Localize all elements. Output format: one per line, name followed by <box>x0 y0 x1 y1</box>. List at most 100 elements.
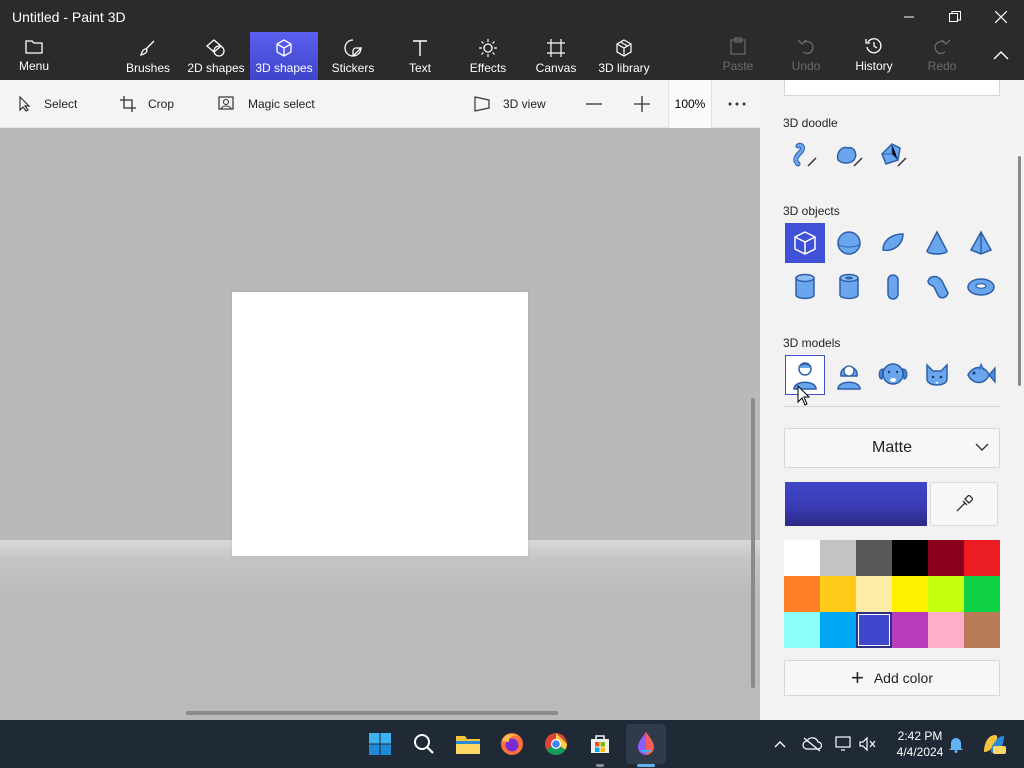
workspace[interactable] <box>0 128 760 720</box>
horizontal-scrollbar[interactable] <box>186 711 558 715</box>
magic-select-tool[interactable]: Magic select <box>218 80 315 128</box>
sharp-edge-doodle-icon[interactable] <box>785 135 825 175</box>
restore-button[interactable] <box>932 4 978 30</box>
redo-button[interactable]: Redo <box>916 30 968 78</box>
tab-2d-shapes[interactable]: 2D shapes <box>182 32 250 80</box>
search-icon[interactable] <box>408 728 440 760</box>
collapse-ribbon-button[interactable] <box>978 42 1024 68</box>
section-title-3d-models: 3D models <box>783 336 841 350</box>
title-bar: Untitled - Paint 3D Menu Brushes 2D shap… <box>0 0 1024 80</box>
undo-icon <box>797 39 814 55</box>
section-title-3d-objects: 3D objects <box>783 204 840 218</box>
canvas-icon <box>547 39 565 57</box>
tab-brushes[interactable]: Brushes <box>120 32 176 80</box>
minimize-button[interactable] <box>886 4 932 30</box>
eyedropper-icon <box>956 495 973 512</box>
color-swatch[interactable] <box>892 540 928 576</box>
active-indicator <box>637 764 655 767</box>
curved-cylinder-icon[interactable] <box>917 267 957 307</box>
paint-3d-icon[interactable] <box>626 724 666 764</box>
undo-button[interactable]: Undo <box>780 30 832 78</box>
zoom-in-button[interactable] <box>634 80 662 128</box>
3d-view-icon <box>474 96 490 112</box>
cylinder-icon[interactable] <box>785 267 825 307</box>
fish-icon[interactable] <box>961 355 1001 395</box>
brush-icon <box>139 40 155 57</box>
cube-icon[interactable] <box>785 223 825 263</box>
pyramid-icon[interactable] <box>961 223 1001 263</box>
tube-icon[interactable] <box>829 267 869 307</box>
color-swatch[interactable] <box>856 612 892 648</box>
color-swatch[interactable] <box>820 576 856 612</box>
select-tool[interactable]: Select <box>18 80 77 128</box>
hemisphere-icon[interactable] <box>873 223 913 263</box>
copilot-icon[interactable] <box>978 728 1010 760</box>
soft-edge-doodle-icon[interactable] <box>829 135 869 175</box>
eyedropper-button[interactable] <box>930 482 998 526</box>
more-options-button[interactable] <box>728 80 758 128</box>
color-swatch[interactable] <box>784 540 820 576</box>
woman-icon[interactable] <box>829 355 869 395</box>
capsule-icon[interactable] <box>873 267 913 307</box>
more-icon <box>728 102 746 106</box>
cone-icon[interactable] <box>917 223 957 263</box>
chevron-up-icon[interactable] <box>770 734 790 754</box>
chrome-icon[interactable] <box>540 728 572 760</box>
paste-button[interactable]: Paste <box>712 30 764 78</box>
current-color-swatch[interactable] <box>785 482 927 526</box>
color-swatch[interactable] <box>892 612 928 648</box>
color-swatch[interactable] <box>820 540 856 576</box>
color-swatch[interactable] <box>964 540 1000 576</box>
crop-tool[interactable]: Crop <box>120 80 174 128</box>
color-swatch[interactable] <box>784 612 820 648</box>
donut-icon[interactable] <box>961 267 1001 307</box>
tab-3d-shapes[interactable]: 3D shapes <box>250 32 318 80</box>
magic-select-icon <box>218 96 234 110</box>
color-swatch[interactable] <box>964 612 1000 648</box>
history-button[interactable]: History <box>848 30 900 78</box>
tube-doodle-icon[interactable] <box>873 135 913 175</box>
color-swatch[interactable] <box>928 612 964 648</box>
cat-icon[interactable] <box>917 355 957 395</box>
3d-view-toggle[interactable]: 3D view <box>473 80 546 128</box>
3d-library-icon <box>616 39 632 57</box>
material-dropdown[interactable]: Matte <box>784 428 1000 468</box>
panel-scrollbar[interactable] <box>1018 156 1021 386</box>
file-explorer-icon[interactable] <box>452 728 484 760</box>
firefox-icon[interactable] <box>496 728 528 760</box>
chevron-down-icon <box>975 443 989 451</box>
color-swatch[interactable] <box>856 540 892 576</box>
restore-icon <box>949 11 961 22</box>
tab-effects[interactable]: Effects <box>464 32 512 80</box>
microsoft-store-icon[interactable] <box>584 728 616 760</box>
canvas[interactable] <box>232 292 528 556</box>
toolbar: Select Crop Magic select 3D view <box>0 80 760 128</box>
color-swatch[interactable] <box>892 576 928 612</box>
close-button[interactable] <box>978 4 1024 30</box>
zoom-out-button[interactable] <box>586 80 614 128</box>
tab-3d-library[interactable]: 3D library <box>594 32 654 80</box>
vertical-scrollbar[interactable] <box>751 398 755 688</box>
color-swatch[interactable] <box>964 576 1000 612</box>
add-color-button[interactable]: + Add color <box>784 660 1000 696</box>
color-swatch[interactable] <box>856 576 892 612</box>
sticker-icon <box>344 39 362 57</box>
network-icon[interactable] <box>834 734 854 754</box>
zoom-level[interactable]: 100% <box>668 80 712 128</box>
minus-icon <box>586 103 602 105</box>
tab-canvas[interactable]: Canvas <box>532 32 580 80</box>
menu-button[interactable]: Menu <box>6 30 62 78</box>
color-swatch[interactable] <box>928 540 964 576</box>
color-swatch[interactable] <box>820 612 856 648</box>
close-icon <box>995 11 1007 23</box>
tab-text[interactable]: Text <box>398 32 442 80</box>
dog-icon[interactable] <box>873 355 913 395</box>
tab-stickers[interactable]: Stickers <box>326 32 380 80</box>
cloud-offline-icon[interactable] <box>802 734 822 754</box>
windows-start-icon[interactable] <box>364 728 396 760</box>
color-swatch[interactable] <box>784 576 820 612</box>
volume-muted-icon[interactable] <box>858 734 878 754</box>
sphere-icon[interactable] <box>829 223 869 263</box>
color-swatch[interactable] <box>928 576 964 612</box>
notification-bell-icon[interactable] <box>946 734 966 754</box>
